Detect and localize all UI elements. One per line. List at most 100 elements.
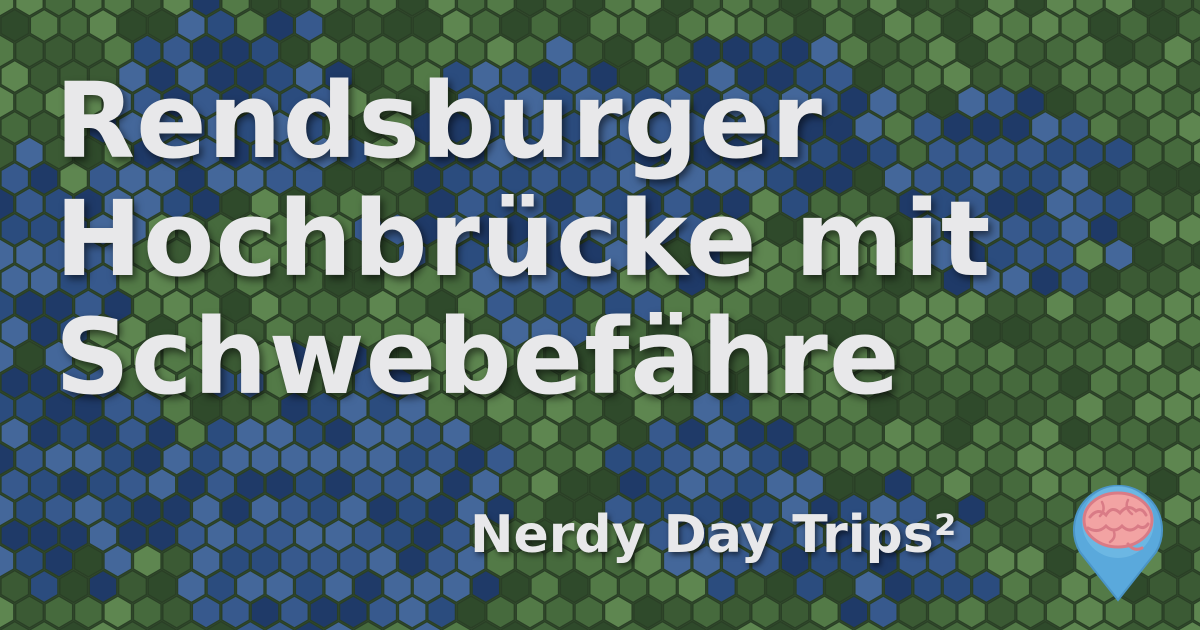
hexagon-tile bbox=[957, 595, 987, 629]
hexagon-tile bbox=[765, 8, 795, 43]
hexagon-tile bbox=[515, 595, 545, 629]
hexagon-tile bbox=[14, 340, 45, 374]
hexagon-tile bbox=[603, 595, 633, 629]
brain-map-pin-icon bbox=[1073, 484, 1163, 602]
hexagon-tile bbox=[147, 416, 177, 451]
hexagon-tile bbox=[147, 8, 177, 43]
hexagon-tile bbox=[441, 569, 472, 604]
hexagon-tile bbox=[427, 544, 457, 578]
hexagon-tile bbox=[589, 8, 619, 43]
hexagon-tile bbox=[500, 569, 530, 604]
hexagon-tile bbox=[14, 238, 45, 272]
hexagon-tile bbox=[883, 569, 913, 604]
hexagon-tile bbox=[1060, 8, 1090, 43]
hexagon-tile bbox=[824, 416, 854, 451]
hexagon-tile bbox=[324, 416, 354, 451]
hexagon-tile bbox=[309, 442, 339, 476]
hexagon-tile bbox=[59, 569, 89, 604]
hexagon-tile bbox=[412, 416, 442, 451]
hexagon-tile bbox=[59, 518, 89, 553]
hexagon-tile bbox=[191, 595, 221, 629]
hexagon-tile bbox=[132, 595, 162, 629]
hexagon-tile bbox=[677, 416, 707, 451]
hexagon-tile bbox=[854, 569, 884, 604]
hexagon-tile bbox=[795, 467, 825, 502]
hexagon-tile bbox=[294, 518, 324, 553]
title-line-1: Rendsburger bbox=[55, 60, 824, 182]
hexagon-tile bbox=[324, 467, 354, 502]
hexagon-tile bbox=[353, 8, 383, 43]
hexagon-tile bbox=[441, 518, 472, 553]
hexagon-tile bbox=[176, 467, 206, 502]
hexagon-tile bbox=[103, 442, 133, 476]
hexagon-tile bbox=[279, 442, 310, 476]
hexagon-tile bbox=[147, 518, 177, 553]
hexagon-tile bbox=[618, 467, 648, 502]
hexagon-tile bbox=[1030, 569, 1060, 604]
hexagon-tile bbox=[559, 569, 589, 604]
hexagon-tile bbox=[427, 493, 457, 527]
hexagon-tile bbox=[29, 110, 59, 145]
hexagon-tile bbox=[1133, 340, 1163, 374]
hexagon-tile bbox=[971, 467, 1002, 502]
hexagon-tile bbox=[898, 595, 928, 629]
hexagon-tile bbox=[88, 467, 118, 502]
hexagon-tile bbox=[1074, 442, 1105, 476]
hexagon-tile bbox=[265, 569, 295, 604]
hexagon-tile bbox=[353, 416, 383, 451]
hexagon-tile bbox=[1015, 442, 1046, 476]
hexagon-tile bbox=[265, 467, 295, 502]
hexagon-tile bbox=[1001, 569, 1031, 604]
hexagon-tile bbox=[412, 569, 442, 604]
hexagon-tile bbox=[73, 544, 103, 578]
hexagon-tile bbox=[1163, 595, 1193, 629]
hexagon-tile bbox=[1001, 8, 1031, 43]
hexagon-tile bbox=[176, 416, 206, 451]
hexagon-tile bbox=[117, 518, 148, 553]
hexagon-tile bbox=[441, 416, 472, 451]
hexagon-tile bbox=[29, 365, 59, 400]
hexagon-tile bbox=[1133, 391, 1163, 425]
hexagon-tile bbox=[353, 467, 383, 502]
hexagon-tile bbox=[530, 569, 560, 604]
hexagon-tile bbox=[868, 595, 898, 629]
hexagon-tile bbox=[0, 569, 30, 604]
hexagon-tile bbox=[0, 518, 30, 553]
hexagon-tile bbox=[1045, 442, 1075, 476]
hexagon-tile bbox=[1163, 136, 1193, 170]
hexagon-tile bbox=[235, 467, 265, 502]
hexagon-tile bbox=[633, 442, 663, 476]
hexagon-tile bbox=[397, 493, 427, 527]
hexagon-tile bbox=[1163, 34, 1193, 68]
page-title: Rendsburger Hochbrücke mit Schwebefähre bbox=[55, 62, 1135, 416]
hexagon-tile bbox=[721, 595, 751, 629]
hexagon-tile bbox=[647, 569, 678, 604]
hexagon-tile bbox=[559, 416, 589, 451]
hexagon-tile bbox=[59, 8, 89, 43]
hexagon-tile bbox=[117, 467, 148, 502]
hexagon-tile bbox=[235, 569, 265, 604]
hexagon-tile bbox=[397, 442, 427, 476]
hexagon-tile bbox=[250, 493, 280, 527]
hexagon-tile bbox=[795, 8, 825, 43]
hexagon-tile bbox=[338, 442, 368, 476]
hexagon-tile bbox=[0, 467, 30, 502]
hexagon-tile bbox=[294, 8, 324, 43]
hexagon-tile bbox=[942, 569, 972, 604]
hexagon-tile bbox=[338, 595, 368, 629]
hexagon-tile bbox=[0, 161, 30, 196]
hexagon-tile bbox=[544, 442, 575, 476]
hexagon-tile bbox=[44, 442, 74, 476]
hexagon-tile bbox=[765, 467, 795, 502]
hexagon-tile bbox=[736, 8, 766, 43]
hexagon-tile bbox=[868, 442, 898, 476]
hexagon-tile bbox=[412, 8, 442, 43]
hexagon-tile bbox=[132, 493, 162, 527]
hexagon-tile bbox=[176, 569, 206, 604]
hexagon-tile bbox=[103, 544, 133, 578]
hexagon-tile bbox=[736, 467, 766, 502]
hexagon-tile bbox=[73, 595, 103, 629]
hexagon-tile bbox=[942, 416, 972, 451]
hexagon-tile bbox=[103, 493, 133, 527]
hexagon-tile bbox=[29, 314, 59, 349]
